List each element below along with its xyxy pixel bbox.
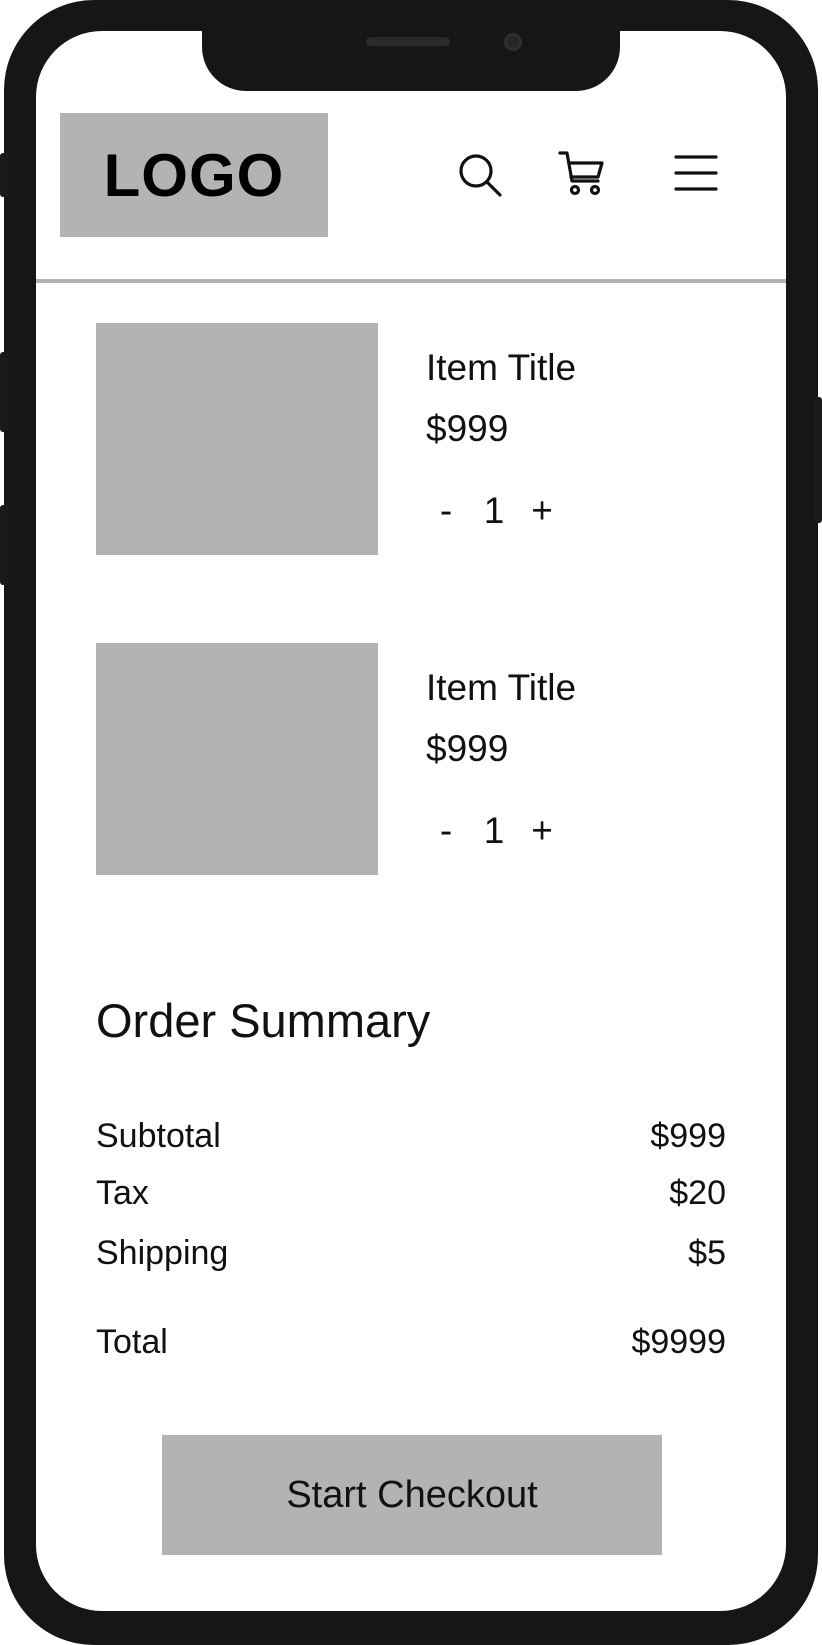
volume-up-button xyxy=(0,352,8,432)
item-image[interactable] xyxy=(96,643,378,875)
quantity-stepper: - 1 + xyxy=(426,803,562,859)
quantity-value: 1 xyxy=(483,490,505,531)
phone-screen: LOGO Item Title $999 - 1 + Item Title $9… xyxy=(36,31,786,1611)
tax-value: $20 xyxy=(669,1174,726,1212)
logo[interactable]: LOGO xyxy=(60,113,328,237)
notch xyxy=(202,31,620,91)
decrease-quantity-button[interactable]: - xyxy=(426,490,466,532)
subtotal-value: $999 xyxy=(650,1117,726,1155)
item-image[interactable] xyxy=(96,323,378,555)
subtotal-label: Subtotal xyxy=(96,1117,221,1155)
speaker-grille xyxy=(366,37,450,46)
front-camera xyxy=(504,33,522,51)
shipping-label: Shipping xyxy=(96,1234,229,1272)
item-price: $999 xyxy=(426,408,509,449)
power-button xyxy=(814,397,822,523)
quantity-value: 1 xyxy=(483,810,505,851)
volume-down-button xyxy=(0,505,8,585)
order-summary-title: Order Summary xyxy=(96,994,431,1047)
item-title[interactable]: Item Title xyxy=(426,667,576,709)
mute-switch xyxy=(0,153,8,197)
tax-row: Tax $20 xyxy=(96,1174,726,1213)
subtotal-row: Subtotal $999 xyxy=(96,1117,726,1156)
quantity-stepper: - 1 + xyxy=(426,483,562,539)
total-value: $9999 xyxy=(631,1323,726,1361)
item-price: $999 xyxy=(426,728,509,769)
total-row: Total $9999 xyxy=(96,1323,726,1362)
menu-icon[interactable] xyxy=(672,151,720,199)
item-title[interactable]: Item Title xyxy=(426,347,576,389)
increase-quantity-button[interactable]: + xyxy=(522,490,562,532)
start-checkout-button[interactable]: Start Checkout xyxy=(162,1435,662,1555)
cart-icon[interactable] xyxy=(558,149,606,197)
header-divider xyxy=(36,279,786,283)
shipping-row: Shipping $5 xyxy=(96,1234,726,1273)
total-label: Total xyxy=(96,1323,168,1361)
increase-quantity-button[interactable]: + xyxy=(522,810,562,852)
cart-item: Item Title $999 - 1 + xyxy=(96,643,736,875)
decrease-quantity-button[interactable]: - xyxy=(426,810,466,852)
tax-label: Tax xyxy=(96,1174,149,1212)
shipping-value: $5 xyxy=(688,1234,726,1272)
search-icon[interactable] xyxy=(456,151,504,199)
cart-item: Item Title $999 - 1 + xyxy=(96,323,736,555)
